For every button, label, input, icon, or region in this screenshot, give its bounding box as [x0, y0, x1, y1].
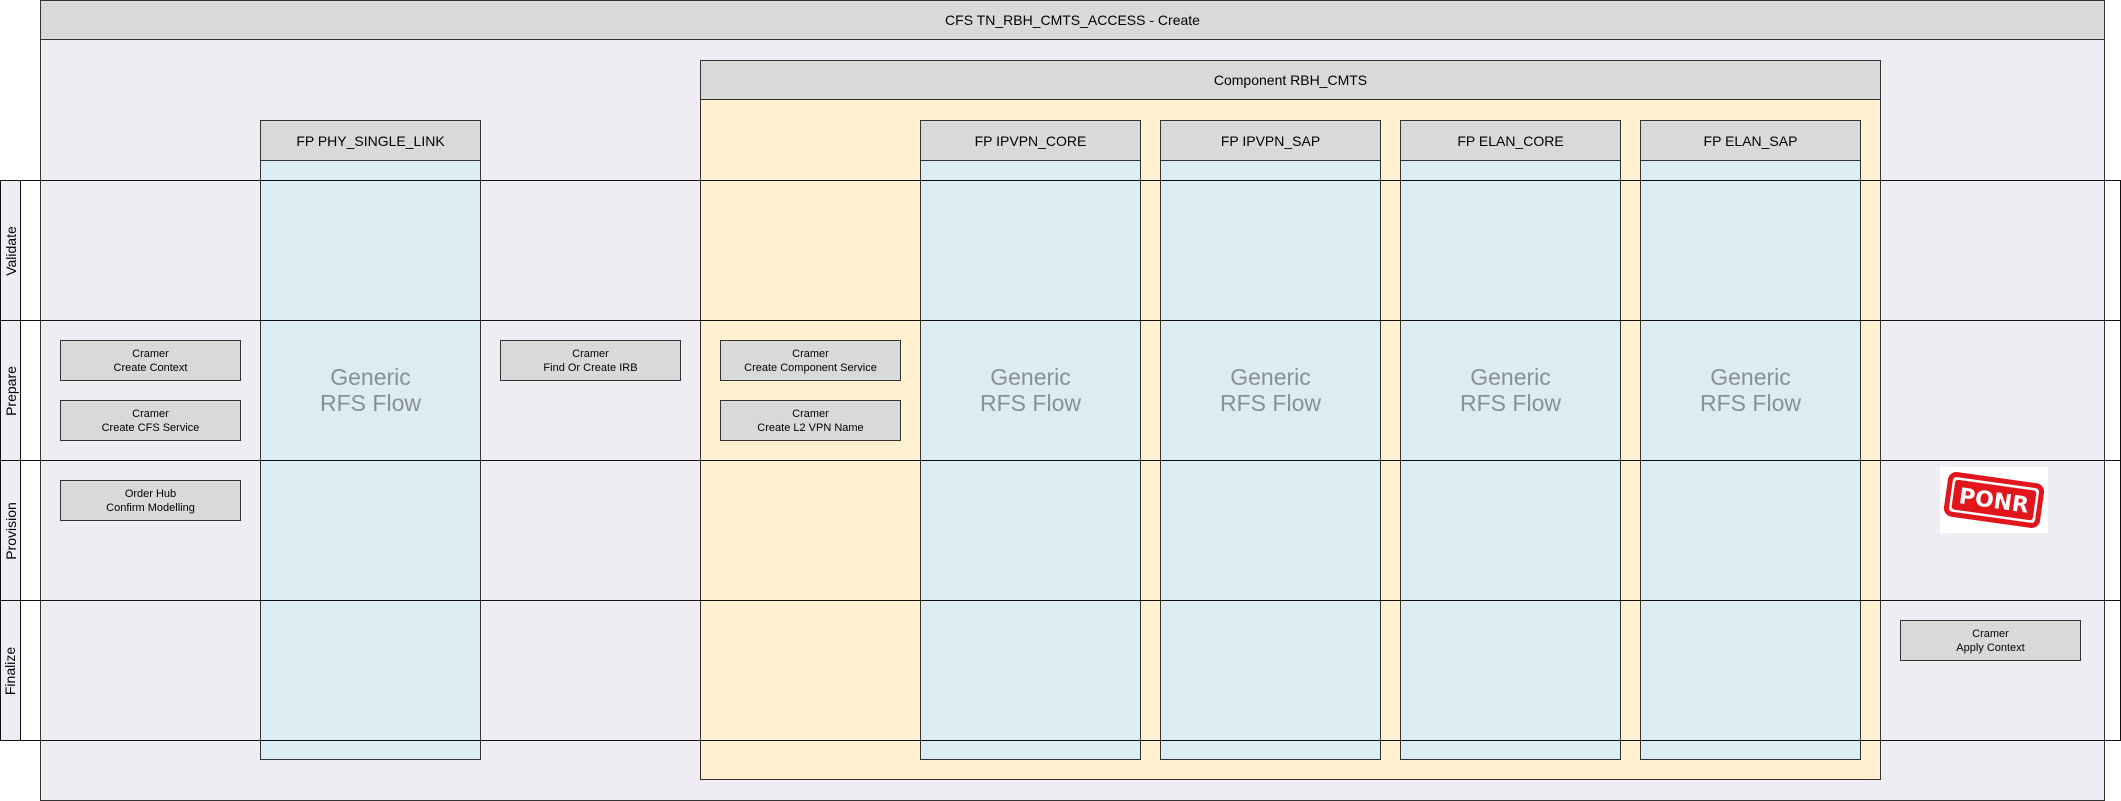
- fp-column-ipvpn-sap: [1160, 120, 1381, 760]
- task-create-context[interactable]: Cramer Create Context: [60, 340, 241, 381]
- lane-label-finalize: Finalize: [0, 600, 21, 741]
- lane-label-validate: Validate: [0, 180, 21, 321]
- generic-rfs-flow-label: Generic RFS Flow: [320, 364, 421, 416]
- task-confirm-modelling[interactable]: Order Hub Confirm Modelling: [60, 480, 241, 521]
- lane-divider: [0, 320, 2121, 321]
- fp-column-ipvpn-core: [920, 120, 1141, 760]
- task-create-l2-vpn-name[interactable]: Cramer Create L2 VPN Name: [720, 400, 901, 441]
- task-apply-context[interactable]: Cramer Apply Context: [1900, 620, 2081, 661]
- fp-header-phy-single-link: FP PHY_SINGLE_LINK: [260, 120, 481, 161]
- generic-rfs-flow-label: Generic RFS Flow: [1220, 364, 1321, 416]
- lane-divider: [0, 600, 2121, 601]
- generic-rfs-flow-label: Generic RFS Flow: [980, 364, 1081, 416]
- lane-divider: [0, 460, 2121, 461]
- fp-header-elan-sap: FP ELAN_SAP: [1640, 120, 1861, 161]
- component-title-bar: Component RBH_CMTS: [700, 60, 1881, 100]
- fp-header-ipvpn-sap: FP IPVPN_SAP: [1160, 120, 1381, 161]
- lane-divider: [0, 180, 2121, 181]
- component-title: Component RBH_CMTS: [1213, 72, 1368, 88]
- fp-header-elan-core: FP ELAN_CORE: [1400, 120, 1621, 161]
- cfs-title-bar: CFS TN_RBH_CMTS_ACCESS - Create: [40, 0, 2105, 40]
- cfs-title: CFS TN_RBH_CMTS_ACCESS - Create: [945, 12, 1200, 28]
- fp-label: FP PHY_SINGLE_LINK: [296, 132, 445, 149]
- fp-column-elan-sap: [1640, 120, 1861, 760]
- lane-label-provision: Provision: [0, 460, 21, 601]
- fp-label: FP ELAN_SAP: [1703, 132, 1798, 149]
- ponr-stamp: PONR: [1940, 467, 2048, 533]
- generic-rfs-flow-label: Generic RFS Flow: [1460, 364, 1561, 416]
- generic-rfs-flow-label: Generic RFS Flow: [1700, 364, 1801, 416]
- lane-divider: [0, 740, 2121, 741]
- task-create-cfs-service[interactable]: Cramer Create CFS Service: [60, 400, 241, 441]
- fp-column-phy-single-link: [260, 120, 481, 760]
- fp-column-elan-core: [1400, 120, 1621, 760]
- ponr-stamp-icon: PONR: [1943, 472, 2045, 528]
- fp-label: FP ELAN_CORE: [1457, 132, 1564, 149]
- fp-label: FP IPVPN_CORE: [974, 132, 1087, 149]
- task-create-component-service[interactable]: Cramer Create Component Service: [720, 340, 901, 381]
- task-find-or-create-irb[interactable]: Cramer Find Or Create IRB: [500, 340, 681, 381]
- fp-header-ipvpn-core: FP IPVPN_CORE: [920, 120, 1141, 161]
- lane-label-prepare: Prepare: [0, 320, 21, 461]
- fp-label: FP IPVPN_SAP: [1220, 132, 1321, 149]
